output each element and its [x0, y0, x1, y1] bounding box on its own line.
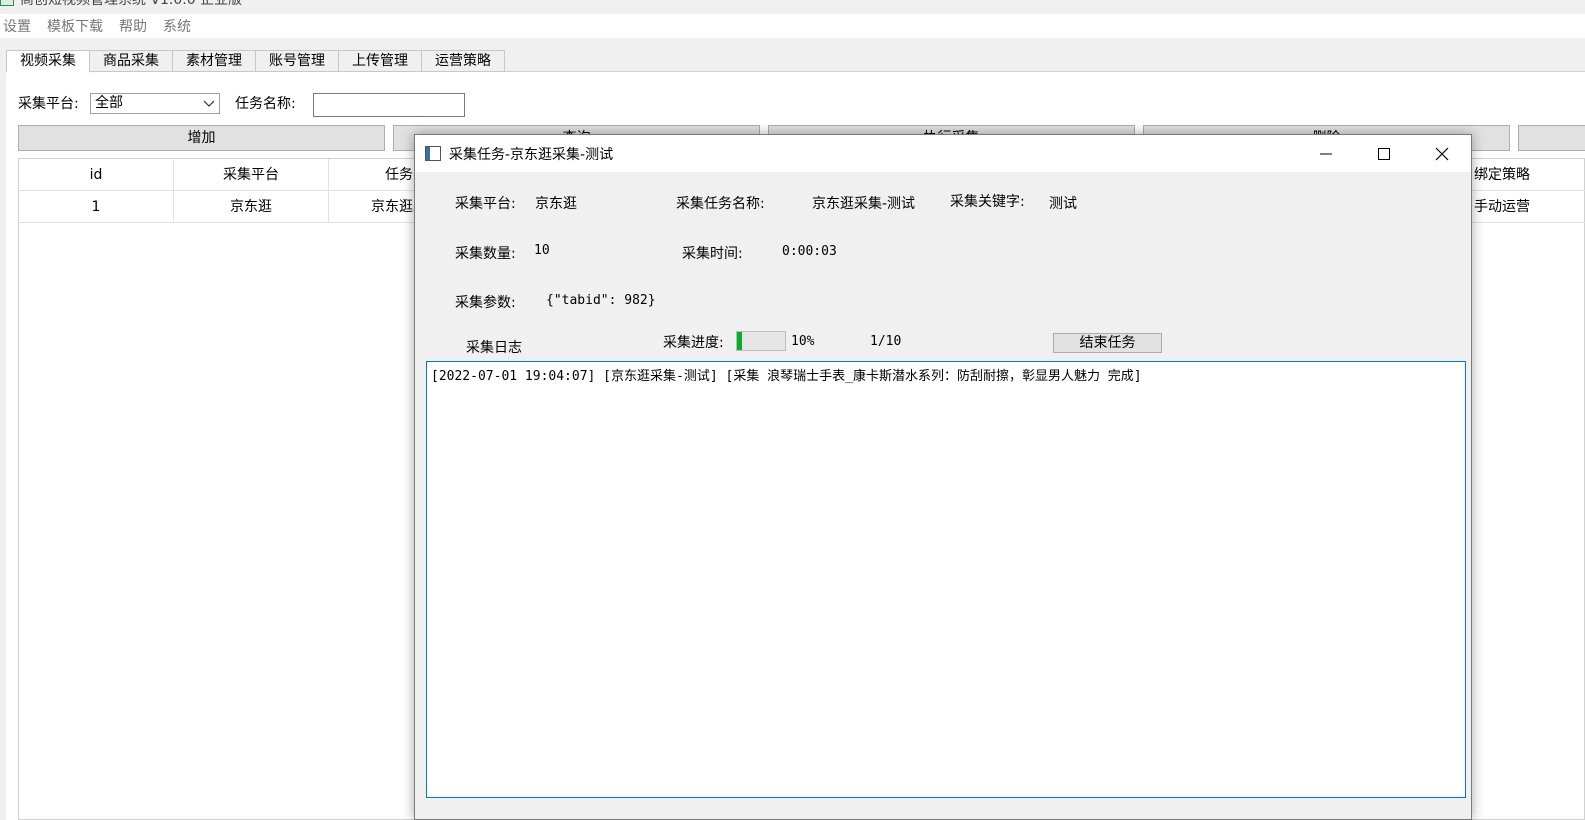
time-label: 采集时间:	[682, 246, 743, 262]
platform-select-value: 全部	[95, 95, 123, 111]
progress-fill	[737, 332, 742, 350]
log-line: [2022-07-01 19:04:07] [京东逛采集-测试] [采集 浪琴瑞…	[431, 369, 1142, 384]
app-title-text: 商创短视频管理系统 V1.0.0 企业版	[20, 0, 243, 8]
count-label: 采集数量:	[455, 246, 516, 262]
minimize-button[interactable]	[1297, 135, 1355, 172]
close-icon	[1435, 147, 1449, 160]
maximize-icon	[1378, 147, 1390, 160]
tab-product-collect[interactable]: 商品采集	[90, 50, 173, 72]
table-cell-id[interactable]: 1	[19, 191, 174, 223]
menu-help[interactable]: 帮助	[116, 16, 154, 36]
tab-operation-strategy[interactable]: 运营策略	[422, 50, 505, 72]
filter-platform-label: 采集平台:	[18, 96, 79, 112]
tab-video-collect[interactable]: 视频采集	[6, 50, 90, 73]
task-name-label: 采集任务名称:	[676, 196, 765, 212]
app-logo-icon	[0, 0, 14, 6]
chevron-down-icon	[203, 100, 215, 107]
end-task-button[interactable]: 结束任务	[1053, 333, 1162, 353]
task-name-value: 京东逛采集-测试	[812, 196, 916, 212]
dialog-title: 采集任务-京东逛采集-测试	[449, 147, 614, 163]
keyword-label: 采集关键字:	[950, 194, 1025, 210]
menu-settings[interactable]: 设置	[0, 16, 38, 36]
progress-label: 采集进度:	[663, 335, 724, 351]
window-icon	[425, 146, 441, 161]
menu-system[interactable]: 系统	[160, 16, 198, 36]
platform-select[interactable]: 全部	[90, 93, 220, 114]
tab-account-manage[interactable]: 账号管理	[256, 50, 339, 72]
maximize-button[interactable]	[1355, 135, 1413, 172]
tab-upload-manage[interactable]: 上传管理	[339, 50, 422, 72]
close-button[interactable]	[1413, 135, 1471, 172]
filter-task-label: 任务名称:	[235, 96, 296, 112]
progress-count: 1/10	[870, 334, 902, 349]
dialog-titlebar[interactable]: 采集任务-京东逛采集-测试	[415, 135, 1471, 172]
menu-template-download[interactable]: 模板下载	[44, 16, 110, 36]
extra-toolbar-button[interactable]	[1518, 125, 1585, 151]
params-label: 采集参数:	[455, 295, 516, 311]
progress-bar	[736, 331, 786, 351]
count-value: 10	[534, 243, 550, 258]
menubar: 设置 模板下载 帮助 系统	[0, 14, 1585, 38]
task-name-input[interactable]	[313, 93, 465, 117]
tab-material-manage[interactable]: 素材管理	[173, 50, 256, 72]
minimize-icon	[1320, 153, 1332, 154]
params-value: {"tabid": 982}	[546, 293, 656, 308]
time-value: 0:00:03	[782, 244, 837, 259]
progress-percent: 10%	[791, 334, 815, 349]
add-button[interactable]: 增加	[18, 125, 385, 151]
platform-value: 京东逛	[535, 196, 577, 212]
column-header-id[interactable]: id	[19, 159, 174, 191]
keyword-value: 测试	[1049, 196, 1077, 212]
table-cell-platform[interactable]: 京东逛	[174, 191, 329, 223]
tab-bar: 视频采集 商品采集 素材管理 账号管理 上传管理 运营策略	[6, 50, 505, 73]
app-title: 商创短视频管理系统 V1.0.0 企业版	[0, 0, 243, 8]
column-header-platform[interactable]: 采集平台	[174, 159, 329, 191]
log-textarea[interactable]: [2022-07-01 19:04:07] [京东逛采集-测试] [采集 浪琴瑞…	[426, 361, 1466, 798]
log-label: 采集日志	[466, 340, 522, 356]
collect-task-dialog: 采集任务-京东逛采集-测试 采集平台: 京东逛 采集任务名称: 京东逛采集-测试…	[414, 134, 1472, 820]
platform-label: 采集平台:	[455, 196, 516, 212]
